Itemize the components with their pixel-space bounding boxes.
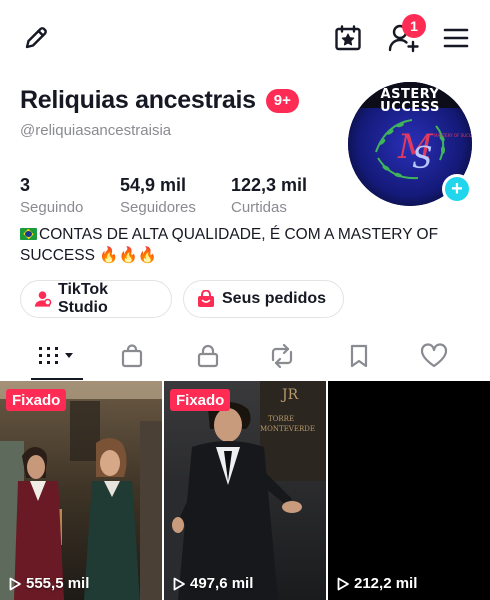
tiktok-studio-button[interactable]: TikTok Studio (20, 280, 172, 318)
studio-icon (34, 291, 52, 307)
stat-label: Curtidas (231, 199, 287, 216)
top-bar: 1 (0, 0, 490, 76)
bookmark-icon (350, 344, 368, 368)
video-thumbnail[interactable]: 212,2 mil (328, 381, 490, 600)
heart-icon (420, 343, 448, 368)
stat-value: 54,9 mil (120, 175, 187, 195)
notification-badge: 1 (402, 14, 426, 38)
orders-label: Seus pedidos (222, 290, 327, 307)
profile-badge[interactable]: 9+ (265, 88, 299, 113)
tiktok-studio-label: TikTok Studio (57, 281, 109, 316)
svg-text:MONTEVERDE: MONTEVERDE (260, 425, 315, 433)
avatar-container[interactable]: M S MASTERY OF SUCCESS ASTERYUCCESS + (348, 82, 472, 206)
video-thumbnail-image (0, 381, 162, 600)
stat-label: Seguidores (120, 199, 196, 216)
brazil-flag-icon (20, 228, 37, 240)
play-icon (173, 577, 185, 590)
pinned-badge: Fixado (170, 389, 231, 411)
stat-value: 122,3 mil (231, 175, 308, 195)
profile-stats: 3 Seguindo 54,9 mil Seguidores 122,3 mil… (20, 174, 350, 216)
pinned-badge: Fixado (6, 389, 67, 411)
svg-text:TORRE: TORRE (268, 415, 294, 423)
svg-text:JR: JR (280, 387, 299, 403)
lock-icon (197, 344, 219, 368)
video-grid: Fixado 555,5 mil JR TORRE MONTEVERDE Fix… (0, 381, 490, 600)
video-thumbnail-image: JR TORRE MONTEVERDE (164, 381, 326, 600)
tab-favorites[interactable] (324, 334, 394, 378)
bio-line-1: CONTAS DE ALTA QUALIDADE, É COM A MASTER… (39, 226, 439, 243)
hamburger-menu-icon[interactable] (438, 20, 474, 56)
pencil-icon[interactable] (18, 20, 54, 56)
stat-followers[interactable]: 54,9 mil Seguidores (120, 174, 196, 218)
stat-following[interactable]: 3 Seguindo (20, 174, 83, 218)
stat-value: 3 (20, 175, 31, 195)
tab-private[interactable] (173, 334, 243, 378)
shopping-bag-icon (121, 344, 143, 368)
svg-text:MASTERY OF SUCCESS: MASTERY OF SUCCESS (434, 133, 472, 138)
tab-reposts[interactable] (247, 334, 317, 378)
video-thumbnail[interactable]: JR TORRE MONTEVERDE Fixado 497,6 mil (164, 381, 326, 600)
profile-bio: CONTAS DE ALTA QUALIDADE, É COM A MASTER… (20, 224, 470, 266)
tab-videos[interactable] (22, 334, 92, 378)
play-icon (337, 577, 349, 590)
display-name: Reliquias ancestrais (20, 86, 256, 114)
calendar-star-icon[interactable] (330, 20, 366, 56)
view-count: 212,2 mil (336, 575, 417, 592)
avatar-text: ASTERY UCCESS (380, 87, 440, 115)
username: @reliquiasancestraisia (20, 122, 172, 139)
tab-liked[interactable] (399, 334, 469, 378)
view-count-value: 555,5 mil (26, 575, 90, 592)
tab-shop[interactable] (97, 334, 167, 378)
view-count: 497,6 mil (172, 575, 253, 592)
orders-button[interactable]: Seus pedidos (183, 280, 344, 318)
plus-icon[interactable]: + (442, 174, 472, 204)
profile-name-row: Reliquias ancestrais 9+ (20, 86, 299, 115)
active-tab-indicator (31, 378, 83, 380)
view-count-value: 497,6 mil (190, 575, 254, 592)
video-thumbnail[interactable]: Fixado 555,5 mil (0, 381, 162, 600)
repost-icon (271, 343, 293, 369)
grid-icon (39, 347, 73, 364)
svg-text:S: S (412, 141, 433, 176)
bio-line-2: SUCCESS 🔥🔥🔥 (20, 247, 158, 264)
view-count: 555,5 mil (8, 575, 89, 592)
stat-likes[interactable]: 122,3 mil Curtidas (231, 174, 307, 218)
view-count-value: 212,2 mil (354, 575, 418, 592)
shopping-bag-icon (198, 290, 214, 307)
profile-tabs (0, 334, 490, 380)
play-icon (9, 577, 21, 590)
stat-label: Seguindo (20, 199, 84, 216)
